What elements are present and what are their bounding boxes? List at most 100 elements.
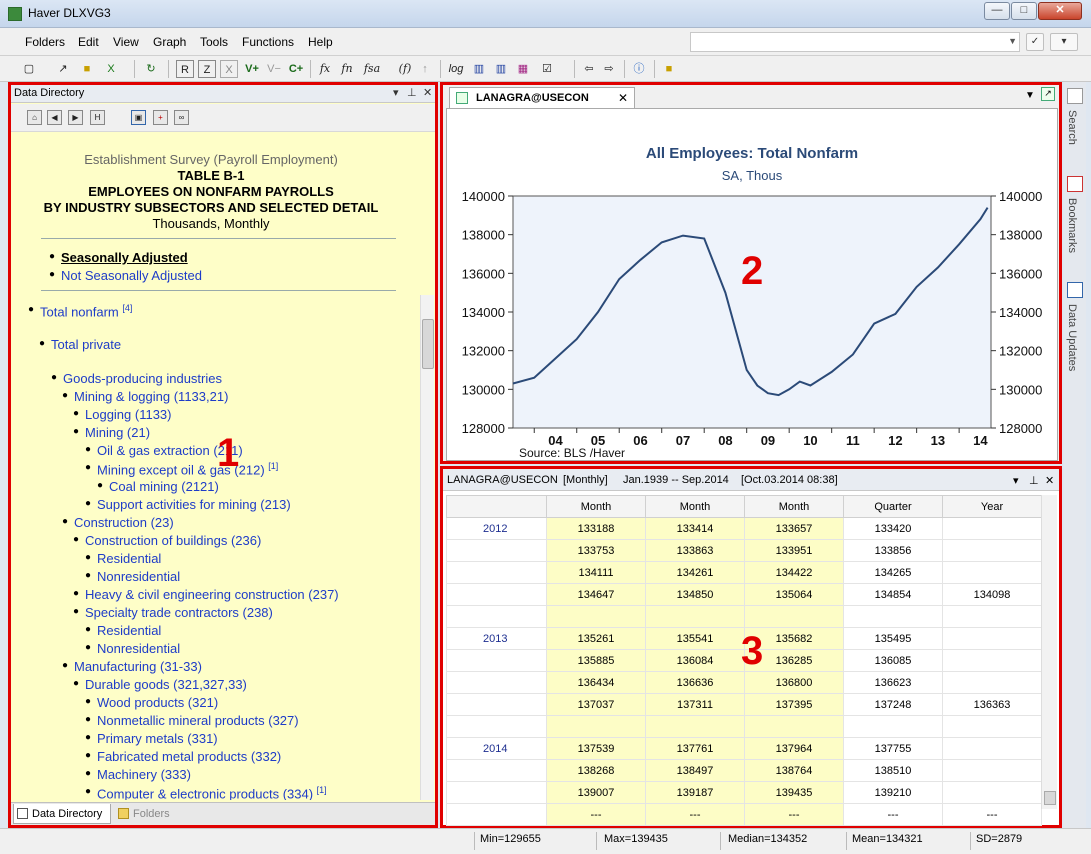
new-icon[interactable]: ▢ (20, 60, 38, 78)
bookmark-icon[interactable] (1067, 176, 1083, 192)
menu-folders[interactable]: Folders (25, 35, 65, 49)
table-row[interactable]: 2012 133188 133414 133657 133420 (446, 517, 1042, 540)
list-item[interactable]: ● Primary metals (331) (85, 731, 218, 746)
dropdown-icon[interactable]: ▾ (1013, 474, 1019, 487)
forward-icon[interactable]: ⇨ (600, 60, 618, 78)
z-icon[interactable]: Z (198, 60, 216, 78)
chevron-down-icon[interactable]: ▼ (1025, 90, 1035, 101)
menu-view[interactable]: View (113, 35, 139, 49)
close-icon[interactable]: ✕ (618, 91, 628, 105)
list-item[interactable]: ● Fabricated metal products (332) (85, 749, 281, 764)
table-row[interactable]: 2014 137539 137761 137964 137755 (446, 737, 1042, 760)
list-item[interactable]: ● Mining except oil & gas (212) [1] (85, 461, 278, 477)
info-icon[interactable]: ⓘ (630, 60, 648, 78)
list-item[interactable]: ● Wood products (321) (85, 695, 218, 710)
table-row[interactable]: 134647 134850 135064 134854 134098 (446, 583, 1042, 606)
list-item[interactable]: ● Nonresidential (85, 569, 180, 584)
options-dropdown[interactable]: ▾ (1050, 33, 1078, 51)
side-tab-bookmarks[interactable]: Bookmarks (1066, 198, 1078, 253)
list-item[interactable]: ● Mining & logging (1133,21) (62, 389, 228, 404)
screen-icon[interactable]: ▣ (131, 110, 146, 125)
total-private-link[interactable]: ● Total private (39, 337, 121, 352)
v-plus-icon[interactable]: V+ (242, 60, 262, 78)
list-item[interactable]: ● Support activities for mining (213) (85, 497, 291, 512)
list-item[interactable]: ● Durable goods (321,327,33) (73, 677, 247, 692)
list-item[interactable]: ● Residential (85, 623, 161, 638)
tab-folders[interactable]: Folders (115, 804, 185, 824)
tab-data-directory[interactable]: Data Directory (13, 804, 111, 824)
scroll-thumb[interactable] (1044, 791, 1056, 805)
column-header[interactable]: Quarter (843, 495, 943, 518)
seasonally-adjusted-link[interactable]: ● Seasonally Adjusted (49, 250, 188, 265)
menu-edit[interactable]: Edit (78, 35, 99, 49)
forward-icon[interactable]: ▶ (68, 110, 83, 125)
home-icon[interactable]: ⌂ (27, 110, 42, 125)
scroll-thumb[interactable] (422, 319, 434, 369)
close-icon[interactable]: ✕ (423, 86, 432, 99)
menu-functions[interactable]: Functions (242, 35, 294, 49)
chart-icon[interactable]: ↗ (54, 60, 72, 78)
area-chart-icon[interactable]: ▦ (514, 60, 532, 78)
list-item[interactable]: ● Logging (1133) (73, 407, 172, 422)
expand-graph-icon[interactable]: ↗ (1041, 87, 1055, 101)
r-icon[interactable]: R (176, 60, 194, 78)
table-scrollbar[interactable] (1041, 495, 1057, 809)
maximize-button[interactable]: □ (1011, 2, 1037, 20)
fn-icon[interactable]: fn (338, 60, 356, 78)
side-tab-search[interactable]: Search (1066, 110, 1078, 145)
new-folder-icon[interactable]: ■ (660, 60, 678, 78)
dropdown-icon[interactable]: ▾ (393, 86, 399, 99)
not-seasonally-adjusted-link[interactable]: ● Not Seasonally Adjusted (49, 268, 202, 283)
table-row[interactable] (446, 715, 1042, 738)
list-item[interactable]: ● Nonmetallic mineral products (327) (85, 713, 299, 728)
table-row[interactable]: 133753 133863 133951 133856 (446, 539, 1042, 562)
binoculars-icon[interactable]: ∞ (174, 110, 189, 125)
h-icon[interactable]: H (90, 110, 105, 125)
check-chart-icon[interactable]: ☑ (536, 60, 558, 78)
column-header[interactable]: Month (645, 495, 745, 518)
total-nonfarm-link[interactable]: ● Total nonfarm [4] (28, 303, 132, 319)
column-header[interactable]: Month (546, 495, 646, 518)
back-icon[interactable]: ⇦ (580, 60, 598, 78)
menu-help[interactable]: Help (308, 35, 333, 49)
list-item[interactable]: ● Residential (85, 551, 161, 566)
list-item[interactable]: ● Specialty trade contractors (238) (73, 605, 273, 620)
fsa-icon[interactable]: fsa (360, 60, 384, 78)
bar-chart-icon[interactable]: ▥ (470, 60, 488, 78)
bar-chart2-icon[interactable]: ▥ (492, 60, 510, 78)
column-header-period[interactable] (446, 495, 547, 518)
check-icon[interactable]: ✓ (1026, 33, 1044, 51)
table-row[interactable] (446, 605, 1042, 628)
log-icon[interactable]: log (446, 60, 466, 78)
menu-tools[interactable]: Tools (200, 35, 228, 49)
close-button[interactable]: ✕ (1038, 2, 1082, 20)
c-plus-icon[interactable]: C+ (286, 60, 306, 78)
table-row[interactable]: 137037 137311 137395 137248 136363 (446, 693, 1042, 716)
list-item[interactable]: ● Nonresidential (85, 641, 180, 656)
side-tab-data-updates[interactable]: Data Updates (1066, 304, 1078, 371)
binoculars-icon[interactable] (1067, 88, 1083, 104)
list-item[interactable]: ● Goods-producing industries (51, 371, 222, 386)
open-folder-icon[interactable]: ■ (78, 60, 96, 78)
v-minus-icon[interactable]: V− (264, 60, 284, 78)
table-row[interactable]: 139007 139187 139435 139210 (446, 781, 1042, 804)
minimize-button[interactable]: — (984, 2, 1010, 20)
table-row[interactable]: 138268 138497 138764 138510 (446, 759, 1042, 782)
list-item[interactable]: ● Machinery (333) (85, 767, 191, 782)
add-bookmark-icon[interactable]: + (153, 110, 168, 125)
list-item[interactable]: ● Computer & electronic products (334) [1… (85, 785, 327, 800)
list-item[interactable]: ● Construction of buildings (236) (73, 533, 261, 548)
refresh-icon[interactable]: ↻ (142, 60, 160, 78)
x-icon[interactable]: X (220, 60, 238, 78)
graph-tab[interactable]: LANAGRA@USECON ✕ (449, 87, 635, 108)
column-header[interactable]: Year (942, 495, 1042, 518)
list-item[interactable]: ● Manufacturing (31-33) (62, 659, 202, 674)
list-item[interactable]: ● Construction (23) (62, 515, 174, 530)
updates-icon[interactable] (1067, 282, 1083, 298)
close-icon[interactable]: ✕ (1045, 474, 1054, 487)
table-row[interactable]: --- --- --- --- --- (446, 803, 1042, 826)
chevron-down-icon[interactable]: ▼ (1008, 36, 1017, 46)
directory-scrollbar[interactable] (420, 295, 434, 800)
series-search-input[interactable]: ▼ (690, 32, 1020, 52)
table-row[interactable]: 136434 136636 136800 136623 (446, 671, 1042, 694)
